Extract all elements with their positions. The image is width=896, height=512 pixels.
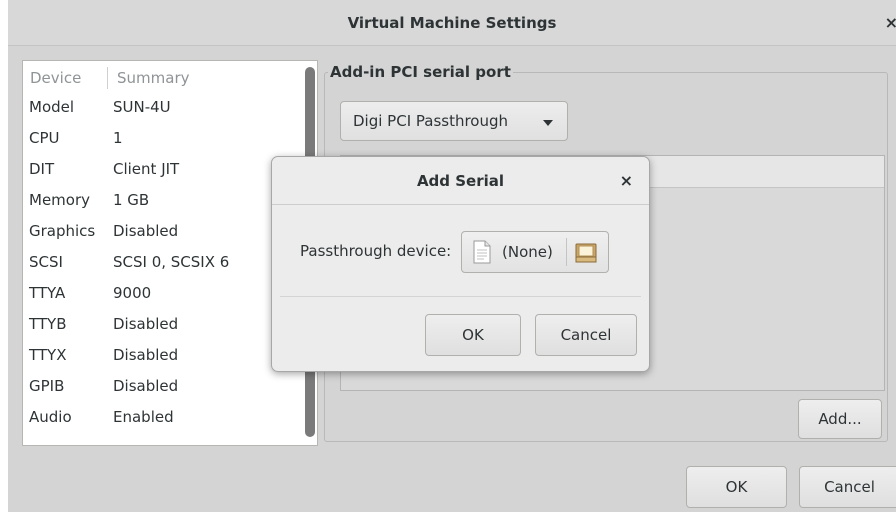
dialog-titlebar: Add Serial × [272,157,649,205]
device-row-memory[interactable]: Memory 1 GB [23,186,299,217]
device-row-graphics[interactable]: Graphics Disabled [23,217,299,248]
folder-icon[interactable] [574,242,598,268]
device-summary: 1 [113,129,123,147]
add-button[interactable]: Add... [798,399,882,439]
device-name: Memory [29,191,91,209]
device-name: DIT [29,160,55,178]
dialog-close-icon[interactable]: × [620,171,633,190]
device-summary: 1 GB [113,191,150,209]
device-summary: Disabled [113,377,179,395]
device-name: Graphics [29,222,96,240]
serial-port-group-label: Add-in PCI serial port [328,63,513,81]
device-name: CPU [29,129,60,147]
device-row-gpib[interactable]: GPIB Disabled [23,372,299,403]
serial-type-dropdown[interactable]: Digi PCI Passthrough [340,101,568,141]
device-summary: Disabled [113,222,179,240]
device-summary: Disabled [113,315,179,333]
device-summary: SCSI 0, SCSIX 6 [113,253,230,271]
passthrough-device-value: (None) [502,243,553,261]
device-row-audio[interactable]: Audio Enabled [23,403,299,434]
device-row-ttyb[interactable]: TTYB Disabled [23,310,299,341]
serial-type-value: Digi PCI Passthrough [353,112,509,130]
dialog-cancel-button[interactable]: Cancel [535,314,637,356]
ok-button[interactable]: OK [686,466,787,508]
device-summary: SUN-4U [113,98,171,116]
device-name: TTYX [29,346,67,364]
device-name: Audio [29,408,72,426]
chevron-down-icon [543,120,553,126]
column-divider [107,67,108,89]
device-row-ttyx[interactable]: TTYX Disabled [23,341,299,372]
device-row-model[interactable]: Model SUN-4U [23,93,299,124]
device-summary: Enabled [113,408,174,426]
device-summary: Disabled [113,346,179,364]
device-name: Model [29,98,75,116]
device-name: TTYB [29,315,67,333]
device-name: GPIB [29,377,65,395]
device-row-dit[interactable]: DIT Client JIT [23,155,299,186]
dialog-ok-button[interactable]: OK [425,314,521,356]
dialog-title: Add Serial [416,172,505,190]
column-header-summary[interactable]: Summary [117,69,190,87]
column-header-device[interactable]: Device [30,69,81,87]
dialog-separator [280,296,641,297]
device-row-cpu[interactable]: CPU 1 [23,124,299,155]
cancel-button[interactable]: Cancel [799,466,896,508]
chooser-divider [566,238,567,266]
passthrough-device-chooser[interactable]: (None) [461,231,609,273]
window-title: Virtual Machine Settings [347,14,557,32]
passthrough-device-label: Passthrough device: [300,242,452,260]
add-serial-dialog: Add Serial × Passthrough device: (None) … [271,156,650,372]
window-titlebar: Virtual Machine Settings × [8,0,896,46]
document-icon [472,240,492,268]
device-row-scsi[interactable]: SCSI SCSI 0, SCSIX 6 [23,248,299,279]
device-summary: Client JIT [113,160,180,178]
window-close-icon[interactable]: × [885,13,896,32]
device-row-ttya[interactable]: TTYA 9000 [23,279,299,310]
device-name: SCSI [29,253,63,271]
device-summary: 9000 [113,284,152,302]
device-name: TTYA [29,284,66,302]
device-list-header: Device Summary [23,61,299,93]
